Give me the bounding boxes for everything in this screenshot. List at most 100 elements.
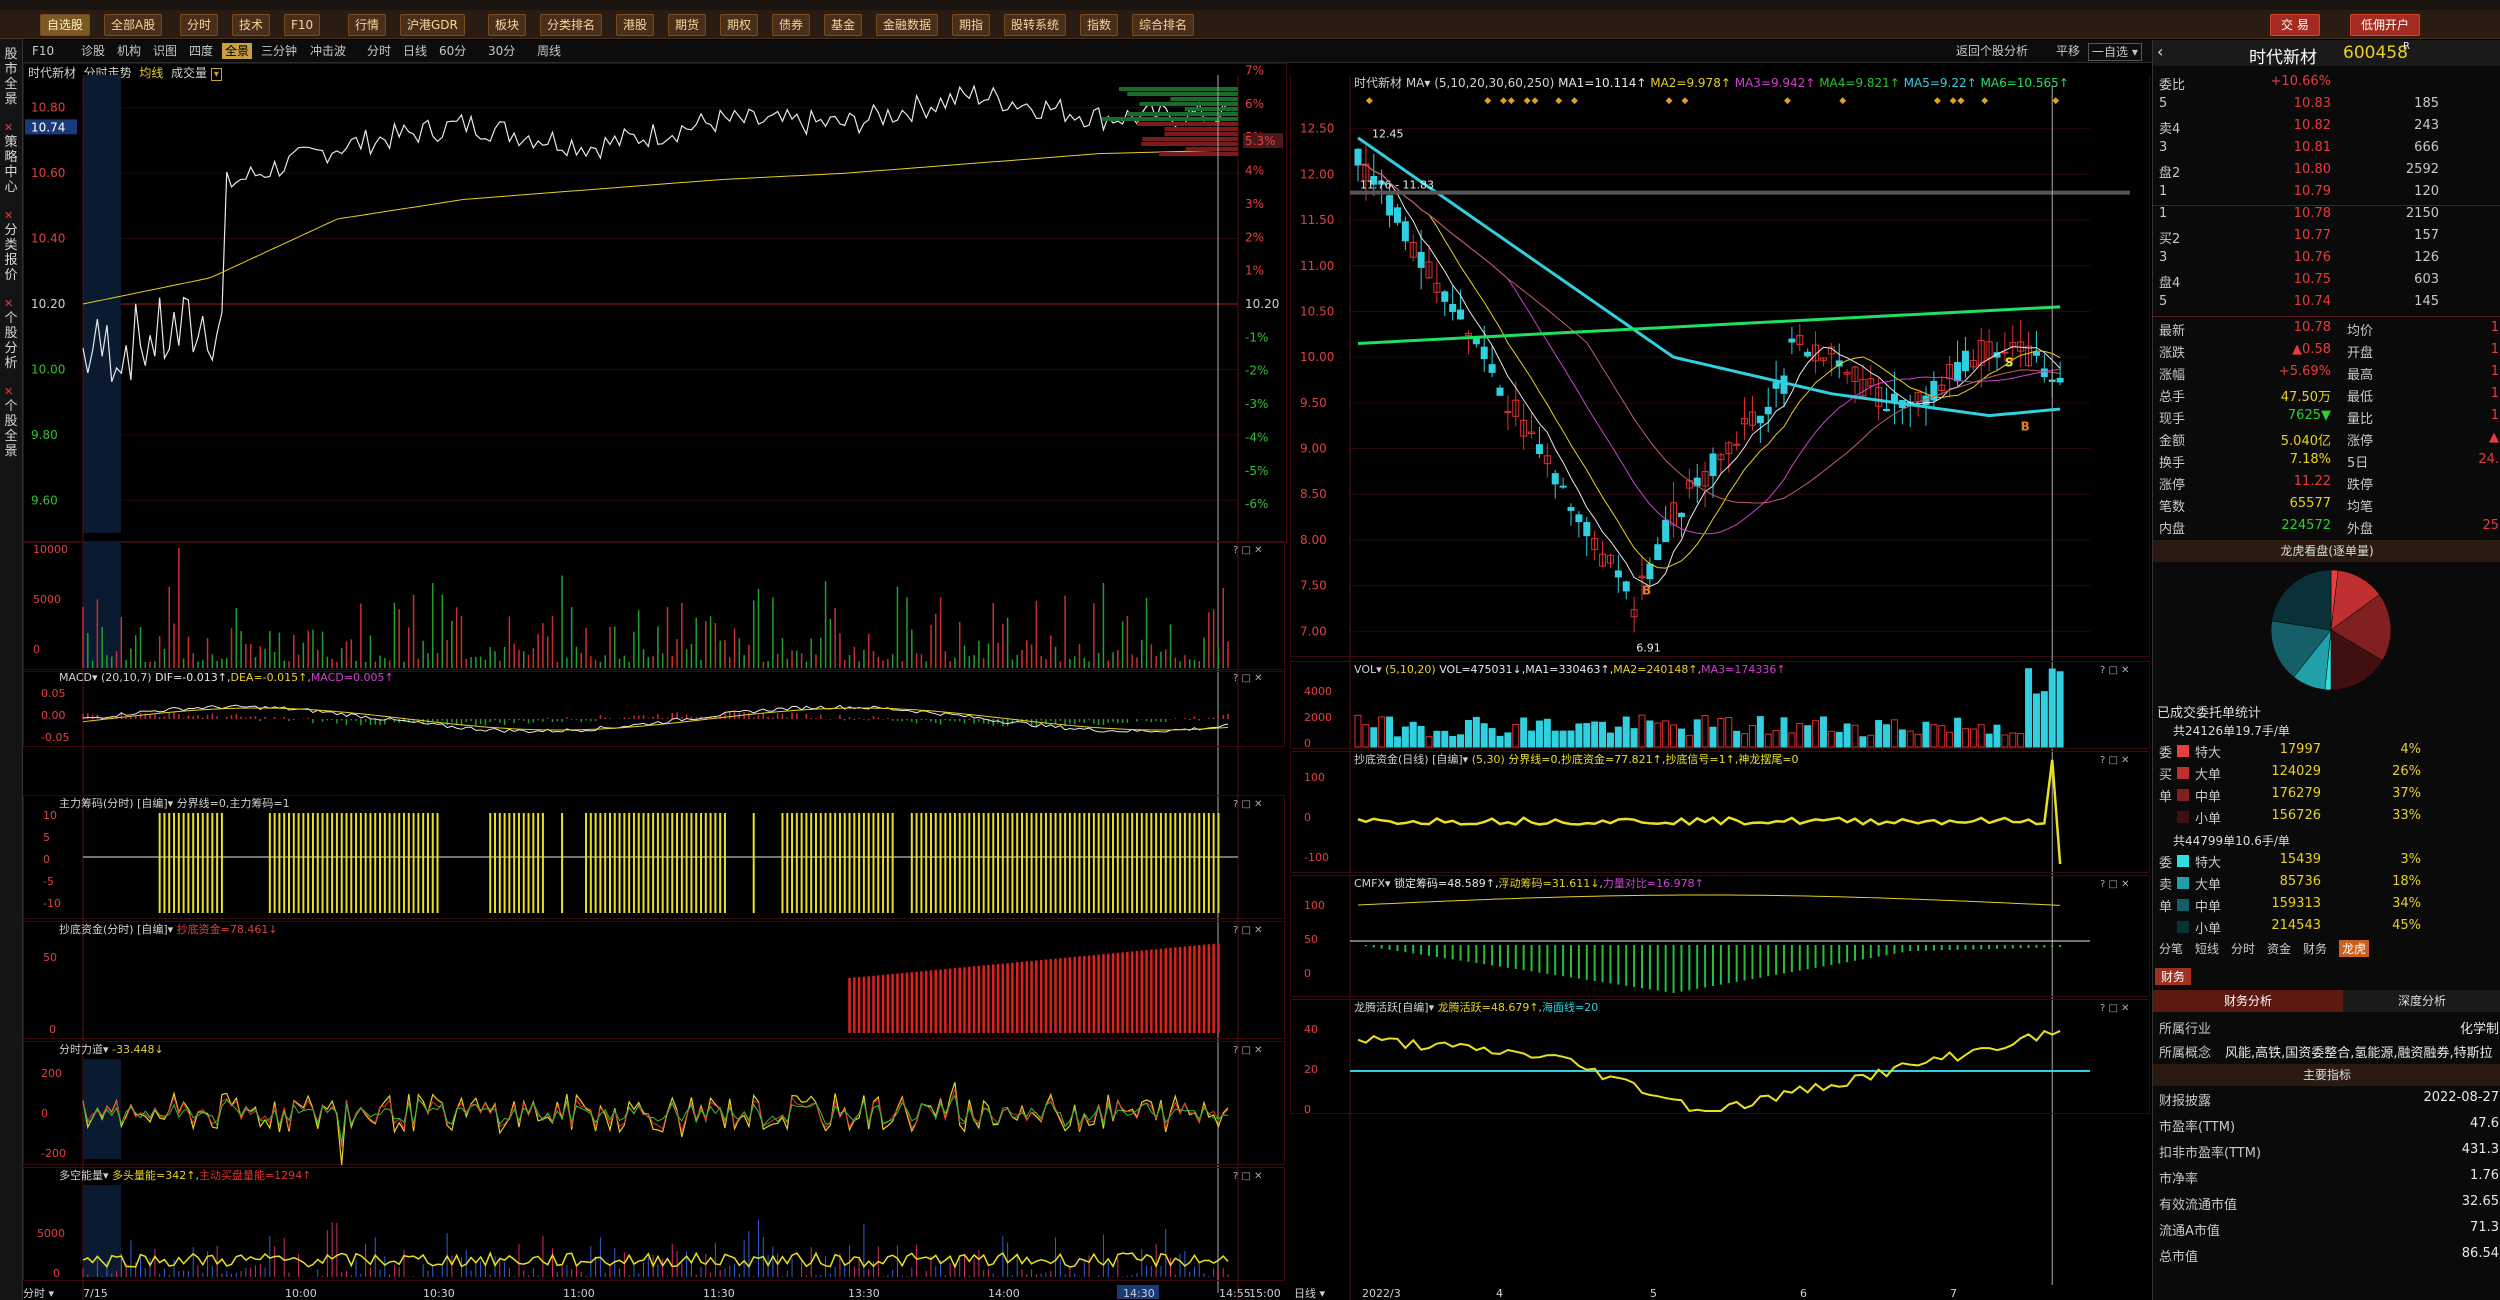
menu-button[interactable]: 综合排名 <box>1132 14 1195 36</box>
bid-price: 10.76 <box>2293 250 2331 265</box>
kline-ma-label[interactable]: MA▾ <box>1406 76 1434 90</box>
sidebar-tab[interactable]: 股市全景 <box>2 47 20 107</box>
bid-row[interactable]: 买2 10.77 157 <box>2153 228 2500 248</box>
chart-tab[interactable]: 三分钟 <box>258 43 300 59</box>
chart-tab[interactable]: 机构 <box>114 43 144 59</box>
bid-row[interactable]: 盘4 10.75 603 <box>2153 272 2500 292</box>
bid-row[interactable]: 1 10.78 2150 <box>2153 206 2500 226</box>
quote-bottom-tab[interactable]: 分时 <box>2231 940 2255 957</box>
menu-button[interactable]: 债券 <box>772 14 811 36</box>
back-icon[interactable]: ‹ <box>2157 42 2163 61</box>
chart-tab[interactable]: 30分 <box>485 43 518 59</box>
ask-row[interactable]: 1 10.79 120 <box>2153 184 2500 204</box>
event-marker-icon[interactable]: ◆ <box>1784 96 1791 106</box>
event-marker-icon[interactable]: ◆ <box>1839 96 1846 106</box>
quote-bottom-tab[interactable]: 资金 <box>2267 940 2291 957</box>
panel-controls-icon[interactable]: ? □ ✕ <box>2100 665 2130 676</box>
chart-tab[interactable]: 分时 <box>364 43 394 59</box>
event-marker-icon[interactable]: ◆ <box>1934 96 1941 106</box>
event-marker-icon[interactable]: ◆ <box>1366 96 1373 106</box>
menu-button[interactable]: 分类排名 <box>540 14 603 36</box>
chart-tab[interactable]: 60分 <box>436 43 469 59</box>
panel-controls-icon[interactable]: ? □ ✕ <box>1233 1045 1263 1056</box>
finance-tab[interactable]: 财务 <box>2155 968 2192 985</box>
event-marker-icon[interactable]: ◆ <box>1484 96 1491 106</box>
panel-controls-icon[interactable]: ? □ ✕ <box>2100 1003 2130 1014</box>
chart-tab[interactable]: 诊股 <box>78 43 108 59</box>
quote-bottom-tab[interactable]: 分笔 <box>2159 940 2183 957</box>
event-marker-icon[interactable]: ◆ <box>1508 96 1515 106</box>
panel-controls-icon[interactable]: ? □ ✕ <box>1233 925 1263 936</box>
menu-button[interactable]: 分时 <box>180 14 219 36</box>
event-marker-icon[interactable]: ◆ <box>1958 96 1965 106</box>
chart-tab[interactable]: 全景 <box>222 43 253 59</box>
menu-button[interactable]: 自选股 <box>40 14 91 36</box>
trade-button[interactable]: 交 易 <box>2270 14 2320 36</box>
watchlist-dropdown[interactable]: 一自选 ▾ <box>2088 43 2142 61</box>
chart-tab[interactable]: 四度 <box>186 43 216 59</box>
sidebar-tab[interactable]: 分类报价 <box>2 223 20 283</box>
chart-tab[interactable]: 冲击波 <box>307 43 349 59</box>
stat-label-2: 涨停 <box>2347 434 2374 449</box>
sidebar-tab[interactable]: 个股全景 <box>2 399 20 459</box>
sidebar-tab[interactable]: 策略中心 <box>2 135 20 195</box>
menu-button[interactable]: 指数 <box>1080 14 1119 36</box>
panel-controls-icon[interactable]: ? □ ✕ <box>1233 673 1263 684</box>
finance-analysis-tab[interactable]: 财务分析 <box>2153 990 2343 1012</box>
event-marker-icon[interactable]: ◆ <box>1666 96 1673 106</box>
bid-row[interactable]: 5 10.74 145 <box>2153 294 2500 314</box>
event-marker-icon[interactable]: ◆ <box>1500 96 1507 106</box>
menu-button[interactable]: 期货 <box>668 14 707 36</box>
low-commission-button[interactable]: 低佣开户 <box>2350 14 2421 36</box>
close-tab-icon[interactable]: ✕ <box>4 121 13 134</box>
quote-bottom-tab[interactable]: 龙虎 <box>2339 940 2370 957</box>
back-to-analysis-button[interactable]: 返回个股分析 <box>1953 43 2031 59</box>
event-marker-icon[interactable]: ◆ <box>1524 96 1531 106</box>
ask-row[interactable]: 卖4 10.82 243 <box>2153 118 2500 138</box>
pan-button[interactable]: 平移 <box>2053 43 2083 59</box>
finance-value: 86.54 <box>2461 1246 2499 1261</box>
menu-button[interactable]: 基金 <box>824 14 863 36</box>
menu-button[interactable]: 股转系统 <box>1004 14 1067 36</box>
event-marker-icon[interactable]: ◆ <box>2052 96 2059 106</box>
ask-row[interactable]: 3 10.81 666 <box>2153 140 2500 160</box>
menu-button[interactable]: 全部A股 <box>104 14 163 36</box>
menu-button[interactable]: F10 <box>284 14 321 36</box>
chart-tab[interactable]: 日线 <box>400 43 430 59</box>
menu-button[interactable]: 板块 <box>488 14 527 36</box>
close-tab-icon[interactable]: ✕ <box>4 297 13 310</box>
panel-controls-icon[interactable]: ? □ ✕ <box>2100 755 2130 766</box>
event-marker-icon[interactable]: ◆ <box>1532 96 1539 106</box>
chart-tab[interactable]: F10 <box>29 43 57 59</box>
menu-button[interactable]: 技术 <box>232 14 271 36</box>
panel-controls-icon[interactable]: ? □ ✕ <box>1233 799 1263 810</box>
panel-controls-icon[interactable]: ? □ ✕ <box>1233 545 1263 556</box>
menu-button[interactable]: 期权 <box>720 14 759 36</box>
bid-row[interactable]: 3 10.76 126 <box>2153 250 2500 270</box>
menu-button[interactable]: 期指 <box>952 14 991 36</box>
deep-analysis-tab[interactable]: 深度分析 <box>2343 990 2500 1012</box>
event-marker-icon[interactable]: ◆ <box>1571 96 1578 106</box>
quote-bottom-tab[interactable]: 短线 <box>2195 940 2219 957</box>
sidebar-tab[interactable]: 个股分析 <box>2 311 20 371</box>
date-axis-label: 4 <box>1496 1287 1503 1300</box>
chart-tab[interactable]: 周线 <box>534 43 564 59</box>
panel-controls-icon[interactable]: ? □ ✕ <box>2100 879 2130 890</box>
menu-button[interactable]: 行情 <box>348 14 387 36</box>
close-tab-icon[interactable]: ✕ <box>4 385 13 398</box>
pct-axis-label: 6% <box>1245 97 1264 111</box>
event-marker-icon[interactable]: ◆ <box>1555 96 1562 106</box>
chart-tab[interactable]: 识图 <box>150 43 180 59</box>
event-marker-icon[interactable]: ◆ <box>1981 96 1988 106</box>
menu-button[interactable]: 港股 <box>616 14 655 36</box>
close-tab-icon[interactable]: ✕ <box>4 209 13 222</box>
menu-button[interactable]: 沪港GDR <box>400 14 465 36</box>
ask-row[interactable]: 盘2 10.80 2592 <box>2153 162 2500 182</box>
event-marker-icon[interactable]: ◆ <box>1950 96 1957 106</box>
panel-controls-icon[interactable]: ? □ ✕ <box>1233 1171 1263 1182</box>
daily-volume-bar <box>1543 718 1551 748</box>
ask-row[interactable]: 5 10.83 185 <box>2153 96 2500 116</box>
menu-button[interactable]: 金融数据 <box>876 14 939 36</box>
event-marker-icon[interactable]: ◆ <box>1681 96 1688 106</box>
quote-bottom-tab[interactable]: 财务 <box>2303 940 2327 957</box>
